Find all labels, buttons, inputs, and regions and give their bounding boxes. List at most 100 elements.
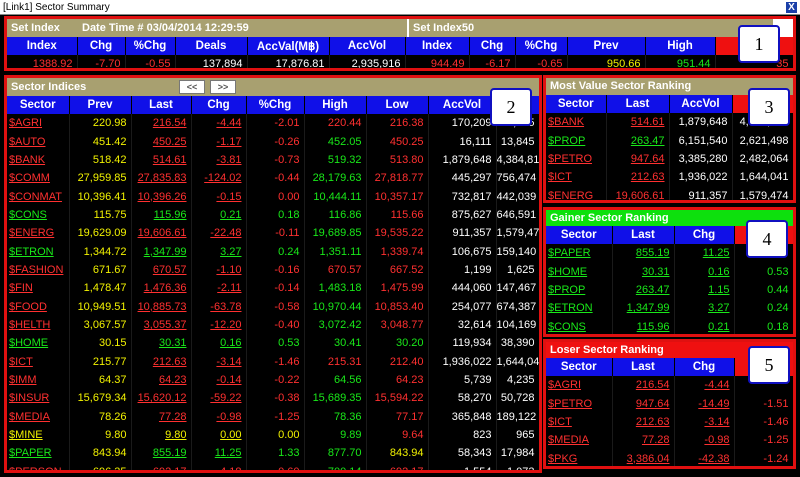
sector-high: 10,970.44 — [304, 297, 367, 316]
sector-symbol-link[interactable]: $FIN — [7, 279, 70, 298]
set-index-col-header: High — [645, 37, 716, 55]
sector-row[interactable]: $FIN 1,478.47 1,476.36 -2.11 -0.14 1,483.18 1,… — [7, 279, 539, 298]
sector-row[interactable]: $CONMAT 10,396.41 10,396.26 -0.15 0.00 10,444… — [7, 187, 539, 206]
gainer-col-header[interactable]: Chg — [674, 226, 735, 244]
sector-symbol-link[interactable]: $IMM — [7, 370, 70, 390]
sector-symbol-link[interactable]: $PERSON — [7, 462, 70, 470]
gainer-symbol-link[interactable]: $CONS — [546, 317, 613, 334]
sector-col-header[interactable]: Low — [366, 96, 429, 114]
sector-symbol-link[interactable]: $AGRI — [7, 114, 70, 133]
sector-row[interactable]: $HELTH 3,067.57 3,055.37 -12.20 -0.40 3,072.4… — [7, 315, 539, 335]
sector-col-header[interactable]: High — [304, 96, 367, 114]
sector-symbol-link[interactable]: $COMM — [7, 169, 70, 188]
loser-row[interactable]: $PKG 3,386.04 -42.38 -1.24 — [546, 449, 793, 466]
sector-symbol-link[interactable]: $HOME — [7, 334, 70, 353]
most-value-accvol: 1,936,022 — [669, 168, 733, 187]
loser-col-header[interactable]: Chg — [674, 358, 735, 376]
most-value-symbol-link[interactable]: $BANK — [546, 113, 607, 132]
sector-symbol-link[interactable]: $ICT — [7, 352, 70, 371]
sector-row[interactable]: $HOME 30.15 30.31 0.16 0.53 30.41 30.20 119,934… — [7, 334, 539, 353]
loser-row[interactable]: $MEDIA 77.28 -0.98 -1.25 — [546, 431, 793, 450]
sector-symbol-link[interactable]: $FASHION — [7, 260, 70, 280]
sector-row[interactable]: $FASHION 671.67 670.57 -1.10 -0.16 670.57 667.… — [7, 260, 539, 280]
sector-symbol-link[interactable]: $ETRON — [7, 242, 70, 261]
sector-row[interactable]: $AGRI 220.98 216.54 -4.44 -2.01 220.44 216.38 1… — [7, 114, 539, 133]
prev-page-button[interactable]: << — [179, 80, 205, 95]
sector-row[interactable]: $PERSON 696.35 692.17 -4.18 -0.60 700.14 692.1… — [7, 462, 539, 470]
sector-row[interactable]: $COMM 27,959.85 27,835.83 -124.02 -0.44 28,17… — [7, 169, 539, 188]
next-page-button[interactable]: >> — [210, 80, 237, 95]
sector-low: 513.80 — [366, 150, 429, 170]
most-value-symbol-link[interactable]: $PETRO — [546, 149, 607, 169]
sector-accvol: 1,936,022 — [428, 352, 497, 371]
most-value-symbol-link[interactable]: $ENERG — [546, 186, 607, 200]
sector-symbol-link[interactable]: $HELTH — [7, 315, 70, 335]
gainer-symbol-link[interactable]: $ETRON — [546, 299, 613, 318]
sector-symbol-link[interactable]: $AUTO — [7, 132, 70, 151]
close-icon[interactable]: X — [785, 1, 798, 14]
set-index-title: Set Index — [11, 22, 60, 34]
sector-row[interactable]: $ETRON 1,344.72 1,347.99 3.27 0.24 1,351.11 1,… — [7, 242, 539, 261]
loser-symbol-link[interactable]: $ICT — [546, 412, 613, 432]
most-value-row[interactable]: $ICT 212.63 1,936,022 1,644,041 — [546, 168, 793, 187]
gainer-row[interactable]: $HOME 30.31 0.16 0.53 — [546, 262, 793, 281]
set-index-col-header: Prev — [567, 37, 646, 55]
gainer-symbol-link[interactable]: $PROP — [546, 280, 613, 300]
most-value-row[interactable]: $PETRO 947.64 3,385,280 2,482,064 — [546, 149, 793, 169]
sector-symbol-link[interactable]: $PAPER — [7, 444, 70, 463]
gainer-chg: 3.27 — [674, 299, 735, 318]
sector-symbol-link[interactable]: $MINE — [7, 425, 70, 445]
sector-col-header[interactable]: Last — [131, 96, 192, 114]
sector-symbol-link[interactable]: $CONMAT — [7, 187, 70, 206]
loser-symbol-link[interactable]: $PETRO — [546, 394, 613, 413]
most-value-row[interactable]: $ENERG 19,606.61 911,357 1,579,474 — [546, 186, 793, 200]
sector-row[interactable]: $ICT 215.77 212.63 -3.14 -1.46 215.31 212.40 1,… — [7, 352, 539, 371]
most-value-symbol-link[interactable]: $ICT — [546, 168, 607, 187]
sector-col-header[interactable]: Chg — [191, 96, 247, 114]
gainer-col-header[interactable]: Sector — [546, 226, 613, 244]
most-value-symbol-link[interactable]: $PROP — [546, 131, 607, 150]
loser-symbol-link[interactable]: $AGRI — [546, 376, 613, 395]
most-value-col-header[interactable]: AccVol — [669, 95, 733, 113]
loser-symbol-link[interactable]: $PKG — [546, 449, 613, 466]
sector-symbol-link[interactable]: $INSUR — [7, 389, 70, 408]
sector-row[interactable]: $INSUR 15,679.34 15,620.12 -59.22 -0.38 15,68… — [7, 389, 539, 408]
sector-row[interactable]: $IMM 64.37 64.23 -0.14 -0.22 64.56 64.23 5,739 4… — [7, 370, 539, 390]
loser-row[interactable]: $PETRO 947.64 -14.49 -1.51 — [546, 394, 793, 413]
most-value-col-header[interactable]: Sector — [546, 95, 607, 113]
sector-row[interactable]: $CONS 115.75 115.96 0.21 0.18 116.86 115.66 875… — [7, 205, 539, 225]
sector-col-header[interactable]: Prev — [69, 96, 132, 114]
loser-row[interactable]: $ICT 212.63 -3.14 -1.46 — [546, 412, 793, 432]
sector-pchg: 1.33 — [246, 444, 305, 463]
sector-row[interactable]: $MEDIA 78.26 77.28 -0.98 -1.25 78.36 77.17 365,… — [7, 407, 539, 426]
sector-symbol-link[interactable]: $BANK — [7, 150, 70, 170]
gainer-symbol-link[interactable]: $HOME — [546, 262, 613, 281]
sector-symbol-link[interactable]: $CONS — [7, 205, 70, 225]
loser-symbol-link[interactable]: $MEDIA — [546, 431, 613, 450]
sector-row[interactable]: $FOOD 10,949.51 10,885.73 -63.78 -0.58 10,970… — [7, 297, 539, 316]
most-value-col-header[interactable]: Last — [606, 95, 670, 113]
sector-prev: 215.77 — [69, 352, 132, 371]
loser-col-header[interactable]: Last — [612, 358, 675, 376]
sector-symbol-link[interactable]: $MEDIA — [7, 407, 70, 426]
sector-row[interactable]: $MINE 9.80 9.80 0.00 0.00 9.89 9.64 823 965 — [7, 425, 539, 445]
gainer-row[interactable]: $PROP 263.47 1.15 0.44 — [546, 280, 793, 300]
gainer-row[interactable]: $ETRON 1,347.99 3.27 0.24 — [546, 299, 793, 318]
sector-col-header[interactable]: %Chg — [246, 96, 305, 114]
sector-chg: -12.20 — [191, 315, 247, 335]
sector-symbol-link[interactable]: $FOOD — [7, 297, 70, 316]
sector-symbol-link[interactable]: $ENERG — [7, 224, 70, 243]
sector-pchg: 0.18 — [246, 205, 305, 225]
sector-row[interactable]: $ENERG 19,629.09 19,606.61 -22.48 -0.11 19,68… — [7, 224, 539, 243]
gainer-col-header[interactable]: Last — [612, 226, 675, 244]
gainer-symbol-link[interactable]: $PAPER — [546, 244, 613, 263]
gainer-row[interactable]: $CONS 115.96 0.21 0.18 — [546, 317, 793, 334]
loser-col-header[interactable]: Sector — [546, 358, 613, 376]
most-value-row[interactable]: $PROP 263.47 6,151,540 2,621,498 — [546, 131, 793, 150]
sector-row[interactable]: $BANK 518.42 514.61 -3.81 -0.73 519.32 513.80 1… — [7, 150, 539, 170]
sector-row[interactable]: $PAPER 843.94 855.19 11.25 1.33 877.70 843.94 5… — [7, 444, 539, 463]
sector-col-header[interactable]: AccVol — [428, 96, 497, 114]
sector-row[interactable]: $AUTO 451.42 450.25 -1.17 -0.26 452.05 450.25 1… — [7, 132, 539, 151]
sector-col-header[interactable]: Sector — [7, 96, 70, 114]
sector-prev: 518.42 — [69, 150, 132, 170]
